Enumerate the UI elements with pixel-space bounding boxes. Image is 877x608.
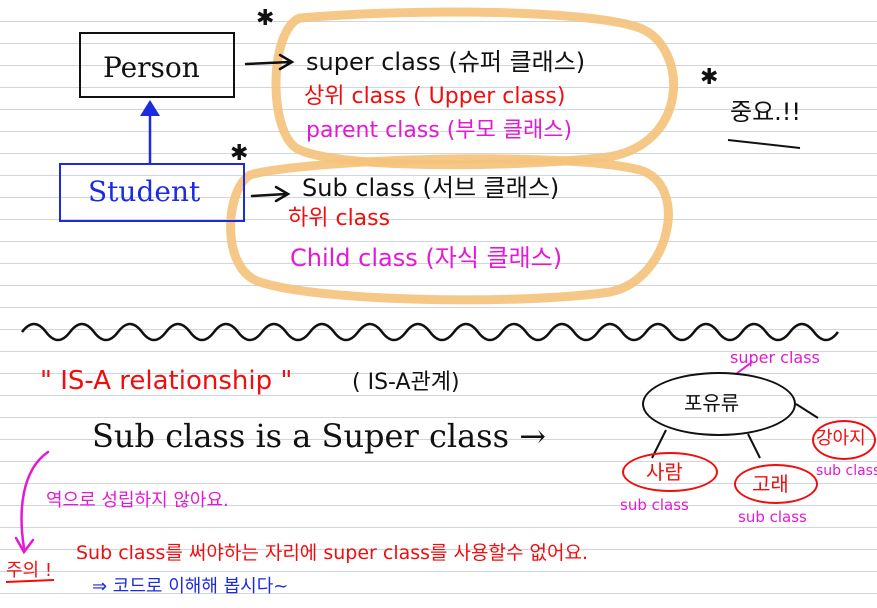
magenta-curve-arrow <box>20 450 50 550</box>
sub-class-line: Sub class (서브 클래스) <box>302 174 560 202</box>
inheritance-arrowhead <box>140 100 160 116</box>
tree-branch <box>747 433 761 459</box>
tree-super-label: super class <box>730 348 820 367</box>
important-memo: 중요.!! <box>730 98 802 126</box>
note-page: ✱ ✱ ✱ Person Student super class (슈퍼 클래스… <box>0 0 877 608</box>
student-label: Student <box>88 175 201 208</box>
wavy-divider <box>21 322 839 342</box>
upper-class-line: 상위 class ( Upper class) <box>304 84 566 109</box>
tree-child-sublabel: sub class <box>620 496 689 514</box>
is-a-sentence: Sub class is a Super class → <box>92 417 546 455</box>
star-icon: ✱ <box>700 65 718 90</box>
tree-child-label: 고래 <box>752 472 789 496</box>
parent-class-line: parent class (부모 클래스) <box>306 118 573 143</box>
reverse-note: 역으로 성립하지 않아요. <box>46 490 229 511</box>
tree-child-label: 사람 <box>646 460 683 484</box>
tree-child-sublabel: sub class <box>816 463 877 479</box>
caution-label: 주의 ! <box>6 560 53 581</box>
child-class-line: Child class (자식 클래스) <box>290 244 563 272</box>
is-a-title-korean: ( IS-A관계) <box>352 370 460 395</box>
arrow-icon <box>244 53 295 71</box>
tree-child-sublabel: sub class <box>738 508 807 526</box>
code-followup: ⇒ 코드로 이해해 봅시다~ <box>92 576 289 597</box>
substitution-rule: Sub class를 써야하는 자리에 super class를 사용할수 없어… <box>76 542 588 564</box>
arrow-icon <box>250 185 291 203</box>
memo-underline <box>727 139 801 149</box>
lower-class-line: 하위 class <box>288 206 391 231</box>
star-icon: ✱ <box>256 6 274 31</box>
is-a-title: " IS-A relationship " <box>40 366 293 396</box>
tree-child-label: 강아지 <box>816 428 866 449</box>
person-label: Person <box>103 51 200 84</box>
tree-branch <box>795 403 819 419</box>
tree-root-label: 포유류 <box>684 391 740 415</box>
super-class-line: super class (슈퍼 클래스) <box>306 48 586 76</box>
